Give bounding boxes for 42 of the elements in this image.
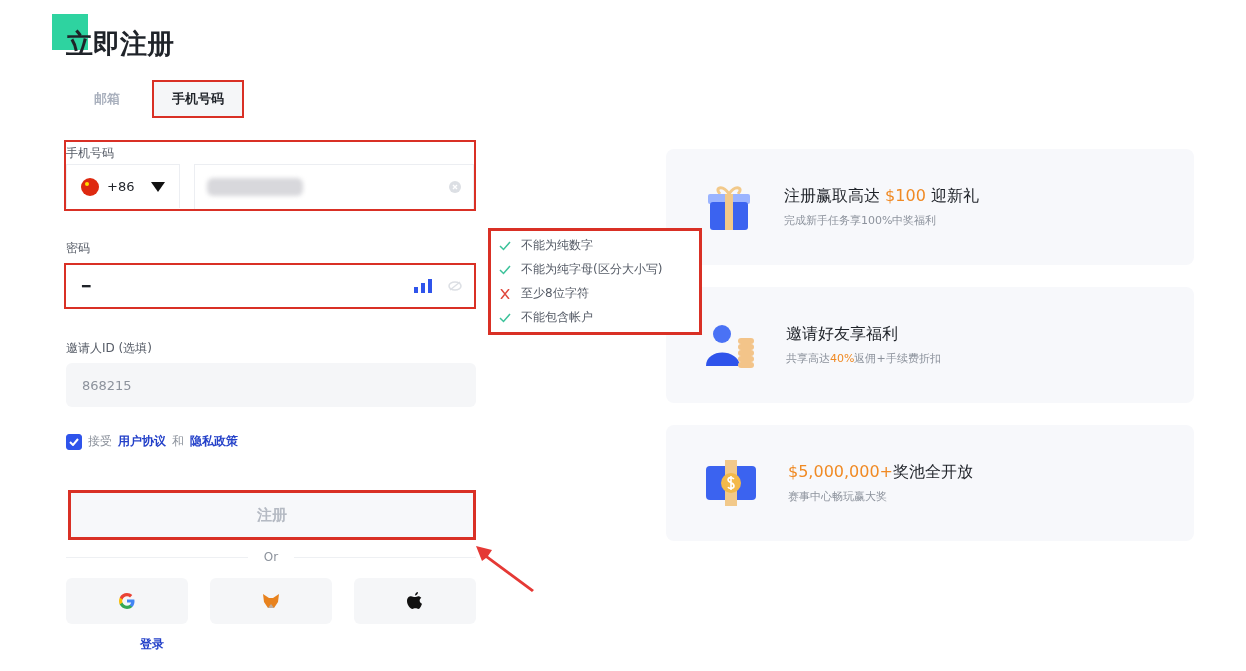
promo-text-part: 迎新礼: [929, 186, 979, 205]
social-login-button[interactable]: [354, 578, 476, 624]
caret-down-icon: [151, 181, 165, 192]
field-label: 手机号码: [66, 145, 114, 162]
rule-text: 不能为纯数字: [521, 237, 593, 254]
flag-icon: [81, 177, 99, 196]
rule-text: 不能包含帐户: [521, 309, 593, 326]
annotation-arrow: [474, 544, 536, 592]
rule-text: 不能为纯字母(区分大小写): [521, 261, 663, 278]
promo-text-part: 共享高达: [786, 352, 830, 365]
phone-input-field[interactable]: [194, 164, 474, 209]
terms-link[interactable]: 用户协议: [118, 433, 166, 450]
user-coins-icon: [704, 322, 756, 368]
strength-bars-icon: [414, 279, 432, 293]
field-label: 邀请人ID (选填): [66, 340, 152, 357]
country-code-select[interactable]: +86: [66, 164, 180, 208]
promo-text-part: 邀请好友享福利: [786, 324, 898, 343]
promo-text-part: 奖池全开放: [893, 462, 973, 481]
promo-text-part: 返佣+手续费折扣: [854, 352, 941, 365]
promo-text-part: $100: [885, 186, 926, 205]
agreement-text: 接受: [88, 433, 112, 450]
clear-icon: [449, 181, 461, 193]
divider-text: Or: [263, 550, 279, 564]
promo-text-part: 注册赢取高达: [784, 186, 881, 205]
tab[interactable]: 手机号码: [152, 80, 244, 118]
rule-text: 至少8位字符: [521, 285, 589, 302]
checkbox[interactable]: [66, 433, 82, 450]
cash-coin-icon: [704, 460, 758, 506]
promo-text-part: $5,000,000+: [788, 462, 893, 481]
promo-text-part: 完成新手任务享100%中奖福利: [784, 214, 937, 227]
login-link[interactable]: 登录: [140, 636, 164, 653]
privacy-link[interactable]: 隐私政策: [190, 433, 238, 450]
google-logo-icon: [118, 592, 136, 610]
apple-logo-icon: [407, 592, 423, 610]
promo-text-part: 40%: [830, 352, 855, 365]
field-label: 密码: [66, 240, 90, 257]
password-field[interactable]: ━: [64, 263, 476, 309]
checkmark-icon: [69, 437, 79, 446]
promo-text-part: 赛事中心畅玩赢大奖: [788, 490, 887, 503]
agreement-text: 和: [172, 433, 184, 450]
eye-hidden-icon: [448, 281, 462, 291]
fox-logo-icon: [262, 593, 280, 609]
